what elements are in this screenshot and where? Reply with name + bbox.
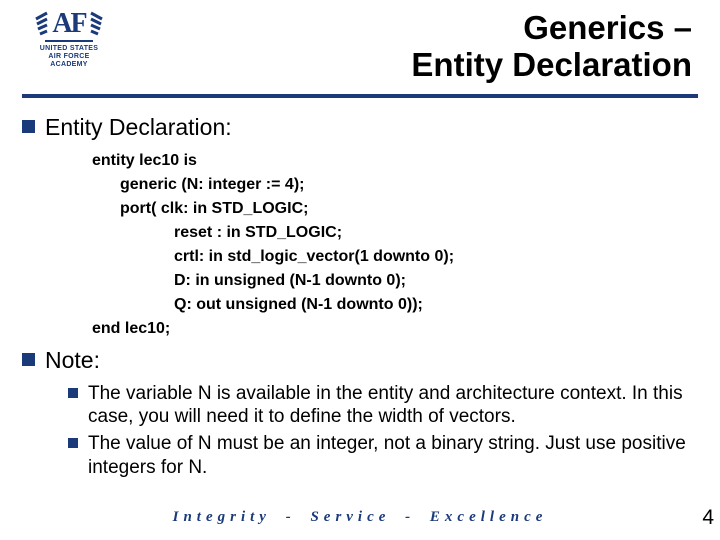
code-line: D: in unsigned (N-1 downto 0); [174, 269, 698, 293]
header: AF UNITED STATES AIR FORCE ACADEMY Gener… [0, 0, 720, 100]
bullet-square-small-icon [68, 388, 78, 398]
logo-top-row: AF [24, 10, 114, 38]
code-line: entity lec10 is [92, 149, 698, 173]
section-heading: Note: [45, 347, 100, 374]
title-line2: Entity Declaration [411, 47, 692, 84]
slide-title: Generics – Entity Declaration [411, 10, 692, 84]
bullet-square-icon [22, 353, 35, 366]
logo-text: UNITED STATES AIR FORCE ACADEMY [24, 45, 114, 69]
code-line: crtl: in std_logic_vector(1 downto 0); [174, 245, 698, 269]
note-text: The value of N must be an integer, not a… [88, 432, 698, 478]
slide: AF UNITED STATES AIR FORCE ACADEMY Gener… [0, 0, 720, 540]
page-number: 4 [702, 506, 714, 530]
wing-right-icon [88, 11, 106, 37]
usafa-logo: AF UNITED STATES AIR FORCE ACADEMY [24, 10, 114, 69]
bullet-square-icon [22, 120, 35, 133]
note-list: The variable N is available in the entit… [68, 382, 698, 479]
bullet-square-small-icon [68, 438, 78, 448]
list-item: The variable N is available in the entit… [68, 382, 698, 428]
logo-line2: AIR FORCE [24, 53, 114, 61]
wing-left-icon [32, 11, 50, 37]
code-line: port( clk: in STD_LOGIC; [120, 197, 698, 221]
code-line: generic (N: integer := 4); [120, 173, 698, 197]
section-heading: Entity Declaration: [45, 114, 232, 141]
slide-body: Entity Declaration: entity lec10 is gene… [22, 110, 698, 483]
code-line: Q: out unsigned (N-1 downto 0)); [174, 293, 698, 317]
title-line1: Generics – [411, 10, 692, 47]
code-block: entity lec10 is generic (N: integer := 4… [92, 149, 698, 341]
logo-line1: UNITED STATES [24, 45, 114, 53]
logo-underline [45, 40, 93, 42]
header-rule [22, 94, 698, 98]
note-text: The variable N is available in the entit… [88, 382, 698, 428]
logo-line3: ACADEMY [24, 61, 114, 69]
section-note: Note: [22, 347, 698, 374]
section-entity-declaration: Entity Declaration: [22, 114, 698, 141]
code-line: end lec10; [92, 317, 698, 341]
footer-motto: Integrity - Service - Excellence [0, 509, 720, 526]
code-line: reset : in STD_LOGIC; [174, 221, 698, 245]
list-item: The value of N must be an integer, not a… [68, 432, 698, 478]
logo-letters: AF [52, 10, 85, 38]
